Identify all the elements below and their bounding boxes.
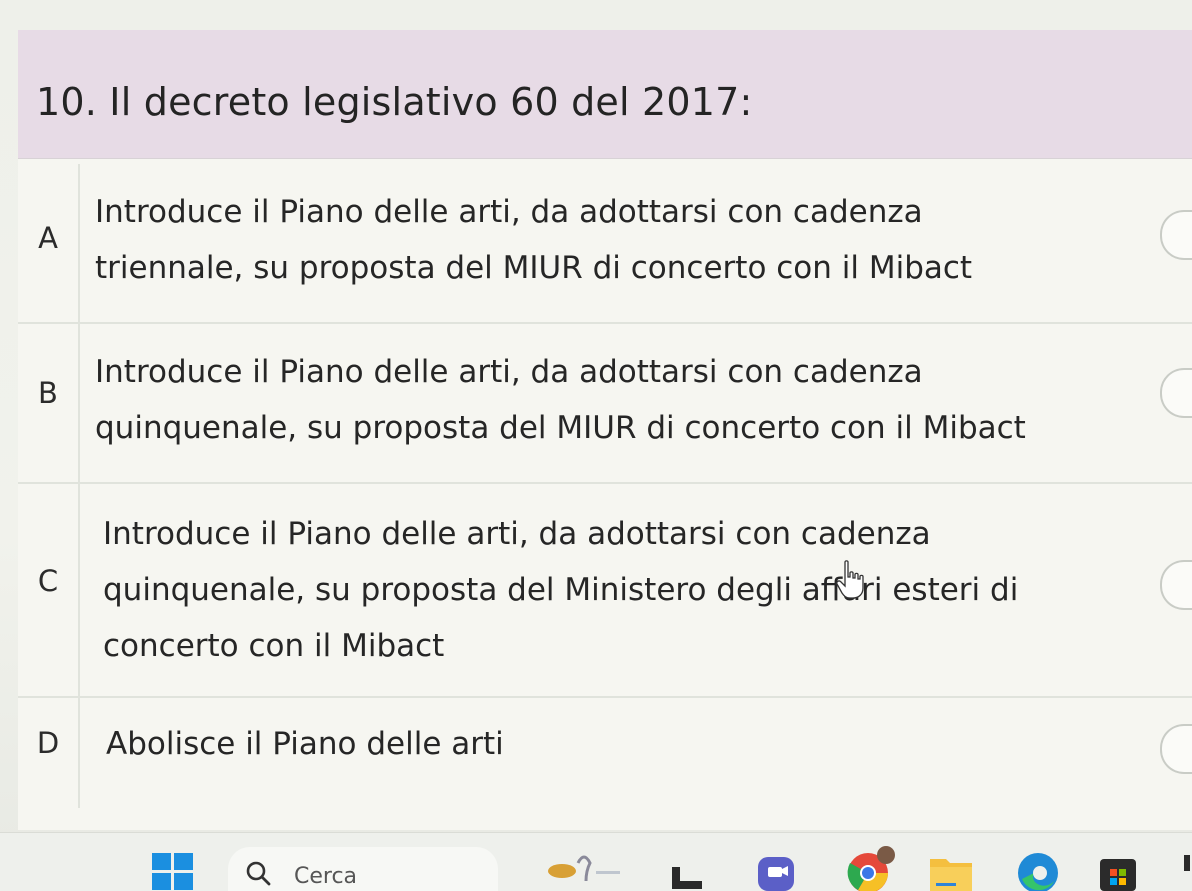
radio-button-d[interactable] xyxy=(1160,724,1192,774)
teams-chat-icon[interactable] xyxy=(752,843,800,891)
option-text-a: Introduce il Piano delle arti, da adotta… xyxy=(95,194,973,286)
task-view-icon[interactable] xyxy=(668,843,708,891)
option-letter-d: D xyxy=(36,726,60,760)
edge-icon[interactable] xyxy=(1014,843,1064,891)
option-letter-column: A xyxy=(18,164,80,322)
option-b[interactable]: B Introduce il Piano delle arti, da adot… xyxy=(18,322,1192,484)
radio-button-c[interactable] xyxy=(1160,560,1192,610)
option-letter-b: B xyxy=(38,376,58,410)
question-header: 10. Il decreto legislativo 60 del 2017: xyxy=(18,30,1192,159)
option-text-d: Abolisce il Piano delle arti xyxy=(106,726,504,762)
option-text-c: Introduce il Piano delle arti, da adotta… xyxy=(103,516,1019,664)
search-label: Cerca xyxy=(294,864,358,889)
option-d[interactable]: D Abolisce il Piano delle arti xyxy=(18,696,1192,808)
taskbar: Cerca xyxy=(0,832,1192,891)
radio-button-b[interactable] xyxy=(1160,368,1192,418)
option-letter-column: D xyxy=(18,696,80,808)
option-c[interactable]: C Introduce il Piano delle arti, da adot… xyxy=(18,482,1192,698)
screen: 10. Il decreto legislativo 60 del 2017: … xyxy=(0,0,1192,891)
quiz-card: 10. Il decreto legislativo 60 del 2017: … xyxy=(18,30,1192,830)
chrome-icon[interactable] xyxy=(846,843,898,891)
option-letter-a: A xyxy=(38,221,58,255)
option-text-b: Introduce il Piano delle arti, da adotta… xyxy=(95,354,1026,446)
option-a[interactable]: A Introduce il Piano delle arti, da adot… xyxy=(18,164,1192,324)
store-icon[interactable] xyxy=(1096,843,1140,891)
option-letter-column: C xyxy=(18,482,80,696)
file-explorer-icon[interactable] xyxy=(926,843,976,891)
weather-widget-icon[interactable] xyxy=(540,843,624,891)
windows-start-icon[interactable] xyxy=(152,853,194,891)
search-icon xyxy=(246,861,271,886)
option-letter-column: B xyxy=(18,322,80,482)
taskbar-search-box[interactable]: Cerca xyxy=(228,847,498,891)
taskbar-edge-marker xyxy=(1184,855,1190,871)
hand-cursor-icon xyxy=(836,560,864,599)
question-title: 10. Il decreto legislativo 60 del 2017: xyxy=(36,80,753,124)
option-letter-c: C xyxy=(37,564,59,598)
radio-button-a[interactable] xyxy=(1160,210,1192,260)
